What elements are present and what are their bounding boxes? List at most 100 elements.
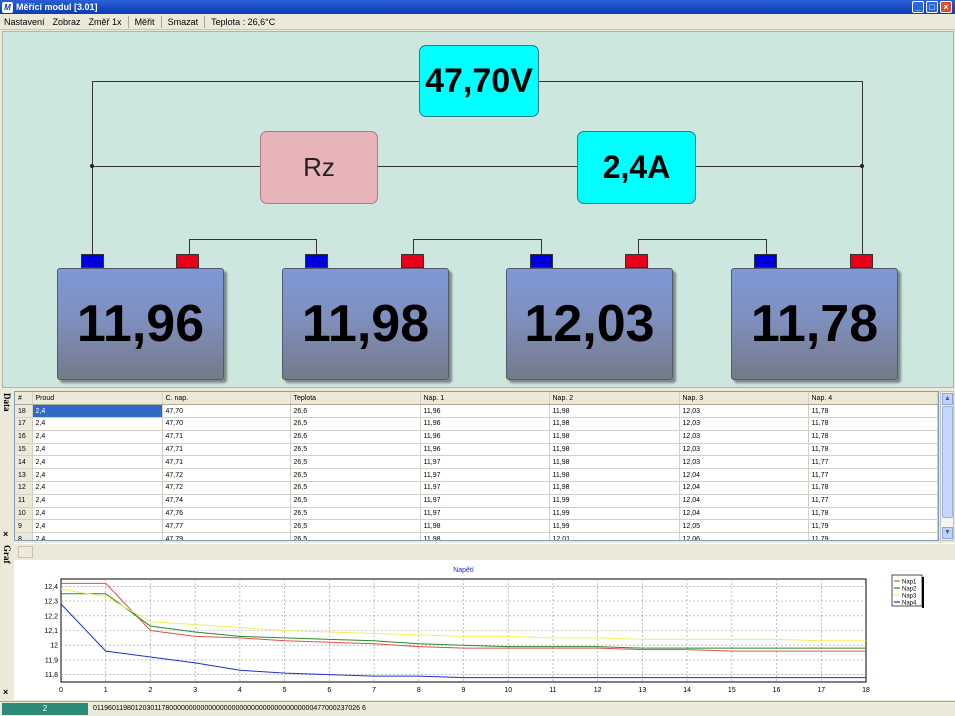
table-cell[interactable]: 11,96 — [420, 404, 550, 419]
table-cell[interactable]: 2,4 — [32, 404, 163, 419]
table-cell[interactable]: 26,5 — [290, 507, 421, 521]
graph-toolbar-button[interactable] — [18, 546, 33, 558]
table-cell[interactable]: 2,4 — [32, 519, 163, 534]
column-header[interactable]: Proud — [32, 392, 163, 406]
table-cell[interactable]: 47,72 — [162, 481, 291, 495]
table-cell[interactable]: 11,97 — [420, 455, 550, 470]
table-cell[interactable]: 26,5 — [290, 494, 421, 508]
table-cell[interactable]: 47,70 — [162, 404, 291, 419]
table-cell[interactable]: 2,4 — [32, 532, 163, 540]
table-cell[interactable]: 12,03 — [679, 417, 809, 431]
table-cell[interactable]: 11,77 — [808, 455, 938, 470]
column-header[interactable]: Nap. 4 — [808, 392, 938, 406]
table-cell[interactable]: 47,79 — [162, 532, 291, 540]
table-cell[interactable]: 11,78 — [808, 430, 938, 444]
column-header[interactable]: Nap. 3 — [679, 392, 809, 406]
table-cell[interactable]: 26,5 — [290, 455, 421, 470]
menu-merit[interactable]: Měřit — [131, 17, 159, 27]
table-cell[interactable]: 11,98 — [549, 455, 680, 470]
table-cell[interactable]: 11,99 — [549, 494, 680, 508]
table-cell[interactable]: 12,03 — [679, 443, 809, 457]
table-cell[interactable]: 11,96 — [420, 417, 550, 431]
column-header[interactable]: Teplota — [290, 392, 421, 406]
scroll-thumb[interactable] — [942, 406, 953, 518]
table-cell[interactable]: 2,4 — [32, 455, 163, 470]
table-cell[interactable]: 11,98 — [549, 481, 680, 495]
graph-panel-close-icon[interactable]: × — [3, 687, 8, 697]
row-number-cell[interactable]: 11 — [15, 494, 33, 508]
table-cell[interactable]: 26,6 — [290, 404, 421, 419]
table-cell[interactable]: 11,77 — [808, 468, 938, 483]
table-cell[interactable]: 12,06 — [679, 532, 809, 540]
table-cell[interactable]: 11,98 — [420, 532, 550, 540]
table-cell[interactable]: 11,77 — [808, 494, 938, 508]
table-cell[interactable]: 26,5 — [290, 417, 421, 431]
table-cell[interactable]: 12,04 — [679, 468, 809, 483]
row-number-cell[interactable]: 13 — [15, 468, 33, 483]
table-row[interactable]: 13 2,4 47,72 26,5 11,97 11,98 12,04 11,77 — [15, 468, 938, 483]
row-number-cell[interactable]: 12 — [15, 481, 33, 495]
table-cell[interactable]: 12,03 — [679, 404, 809, 419]
table-cell[interactable]: 47,74 — [162, 494, 291, 508]
menu-zobraz[interactable]: Zobraz — [49, 17, 85, 27]
table-cell[interactable]: 12,05 — [679, 519, 809, 534]
column-header[interactable]: C. nap. — [162, 392, 291, 406]
table-cell[interactable]: 11,78 — [808, 443, 938, 457]
table-cell[interactable]: 11,99 — [549, 507, 680, 521]
table-cell[interactable]: 11,96 — [420, 443, 550, 457]
table-cell[interactable]: 47,71 — [162, 430, 291, 444]
table-row[interactable]: 15 2,4 47,71 26,5 11,96 11,98 12,03 11,78 — [15, 443, 938, 457]
table-row[interactable]: 18 2,4 47,70 26,6 11,96 11,98 12,03 11,78 — [15, 404, 938, 419]
table-cell[interactable]: 11,97 — [420, 494, 550, 508]
row-number-cell[interactable]: 8 — [15, 532, 33, 540]
column-header[interactable]: # — [15, 392, 33, 406]
scroll-down-button[interactable]: ▼ — [942, 527, 953, 539]
table-row[interactable]: 11 2,4 47,74 26,5 11,97 11,99 12,04 11,77 — [15, 494, 938, 508]
table-cell[interactable]: 26,6 — [290, 430, 421, 444]
title-bar[interactable]: M Měřící modul [3.01] _ □ × — [0, 0, 955, 14]
table-cell[interactable]: 2,4 — [32, 443, 163, 457]
menu-smazat[interactable]: Smazat — [164, 17, 203, 27]
table-cell[interactable]: 2,4 — [32, 507, 163, 521]
table-row[interactable]: 10 2,4 47,76 26,5 11,97 11,99 12,04 11,78 — [15, 507, 938, 521]
table-row[interactable]: 9 2,4 47,77 26,5 11,98 11,99 12,05 11,79 — [15, 519, 938, 534]
table-cell[interactable]: 11,98 — [420, 519, 550, 534]
column-header[interactable]: Nap. 2 — [549, 392, 680, 406]
table-cell[interactable]: 2,4 — [32, 430, 163, 444]
table-cell[interactable]: 11,78 — [808, 481, 938, 495]
scroll-up-button[interactable]: ▲ — [942, 393, 953, 405]
row-number-cell[interactable]: 15 — [15, 443, 33, 457]
table-cell[interactable]: 11,98 — [549, 404, 680, 419]
table-cell[interactable]: 11,78 — [808, 507, 938, 521]
table-cell[interactable]: 2,4 — [32, 481, 163, 495]
table-cell[interactable]: 2,4 — [32, 417, 163, 431]
table-cell[interactable]: 11,97 — [420, 481, 550, 495]
data-panel-close-icon[interactable]: × — [3, 529, 8, 539]
table-cell[interactable]: 11,79 — [808, 519, 938, 534]
graph-panel-tab[interactable]: Graf × — [0, 543, 14, 700]
table-cell[interactable]: 11,78 — [808, 404, 938, 419]
table-row[interactable]: 12 2,4 47,72 26,5 11,97 11,98 12,04 11,78 — [15, 481, 938, 495]
table-row[interactable]: 17 2,4 47,70 26,5 11,96 11,98 12,03 11,78 — [15, 417, 938, 431]
table-cell[interactable]: 11,97 — [420, 507, 550, 521]
table-cell[interactable]: 12,04 — [679, 481, 809, 495]
table-cell[interactable]: 2,4 — [32, 494, 163, 508]
row-number-cell[interactable]: 9 — [15, 519, 33, 534]
row-number-cell[interactable]: 14 — [15, 455, 33, 470]
data-grid[interactable]: # Proud C. nap. Teplota Nap. 1 Nap. 2 Na… — [14, 391, 939, 541]
table-cell[interactable]: 11,97 — [420, 468, 550, 483]
table-cell[interactable]: 11,79 — [808, 532, 938, 540]
table-cell[interactable]: 47,77 — [162, 519, 291, 534]
table-cell[interactable]: 11,98 — [549, 430, 680, 444]
table-cell[interactable]: 2,4 — [32, 468, 163, 483]
table-row[interactable]: 16 2,4 47,71 26,6 11,96 11,98 12,03 11,78 — [15, 430, 938, 444]
table-cell[interactable]: 12,01 — [549, 532, 680, 540]
table-cell[interactable]: 47,70 — [162, 417, 291, 431]
menu-nastaveni[interactable]: Nastavení — [0, 17, 49, 27]
close-button[interactable]: × — [940, 1, 952, 13]
row-number-cell[interactable]: 10 — [15, 507, 33, 521]
table-cell[interactable]: 26,5 — [290, 481, 421, 495]
maximize-button[interactable]: □ — [926, 1, 938, 13]
row-number-cell[interactable]: 18 — [15, 404, 33, 419]
table-cell[interactable]: 11,96 — [420, 430, 550, 444]
